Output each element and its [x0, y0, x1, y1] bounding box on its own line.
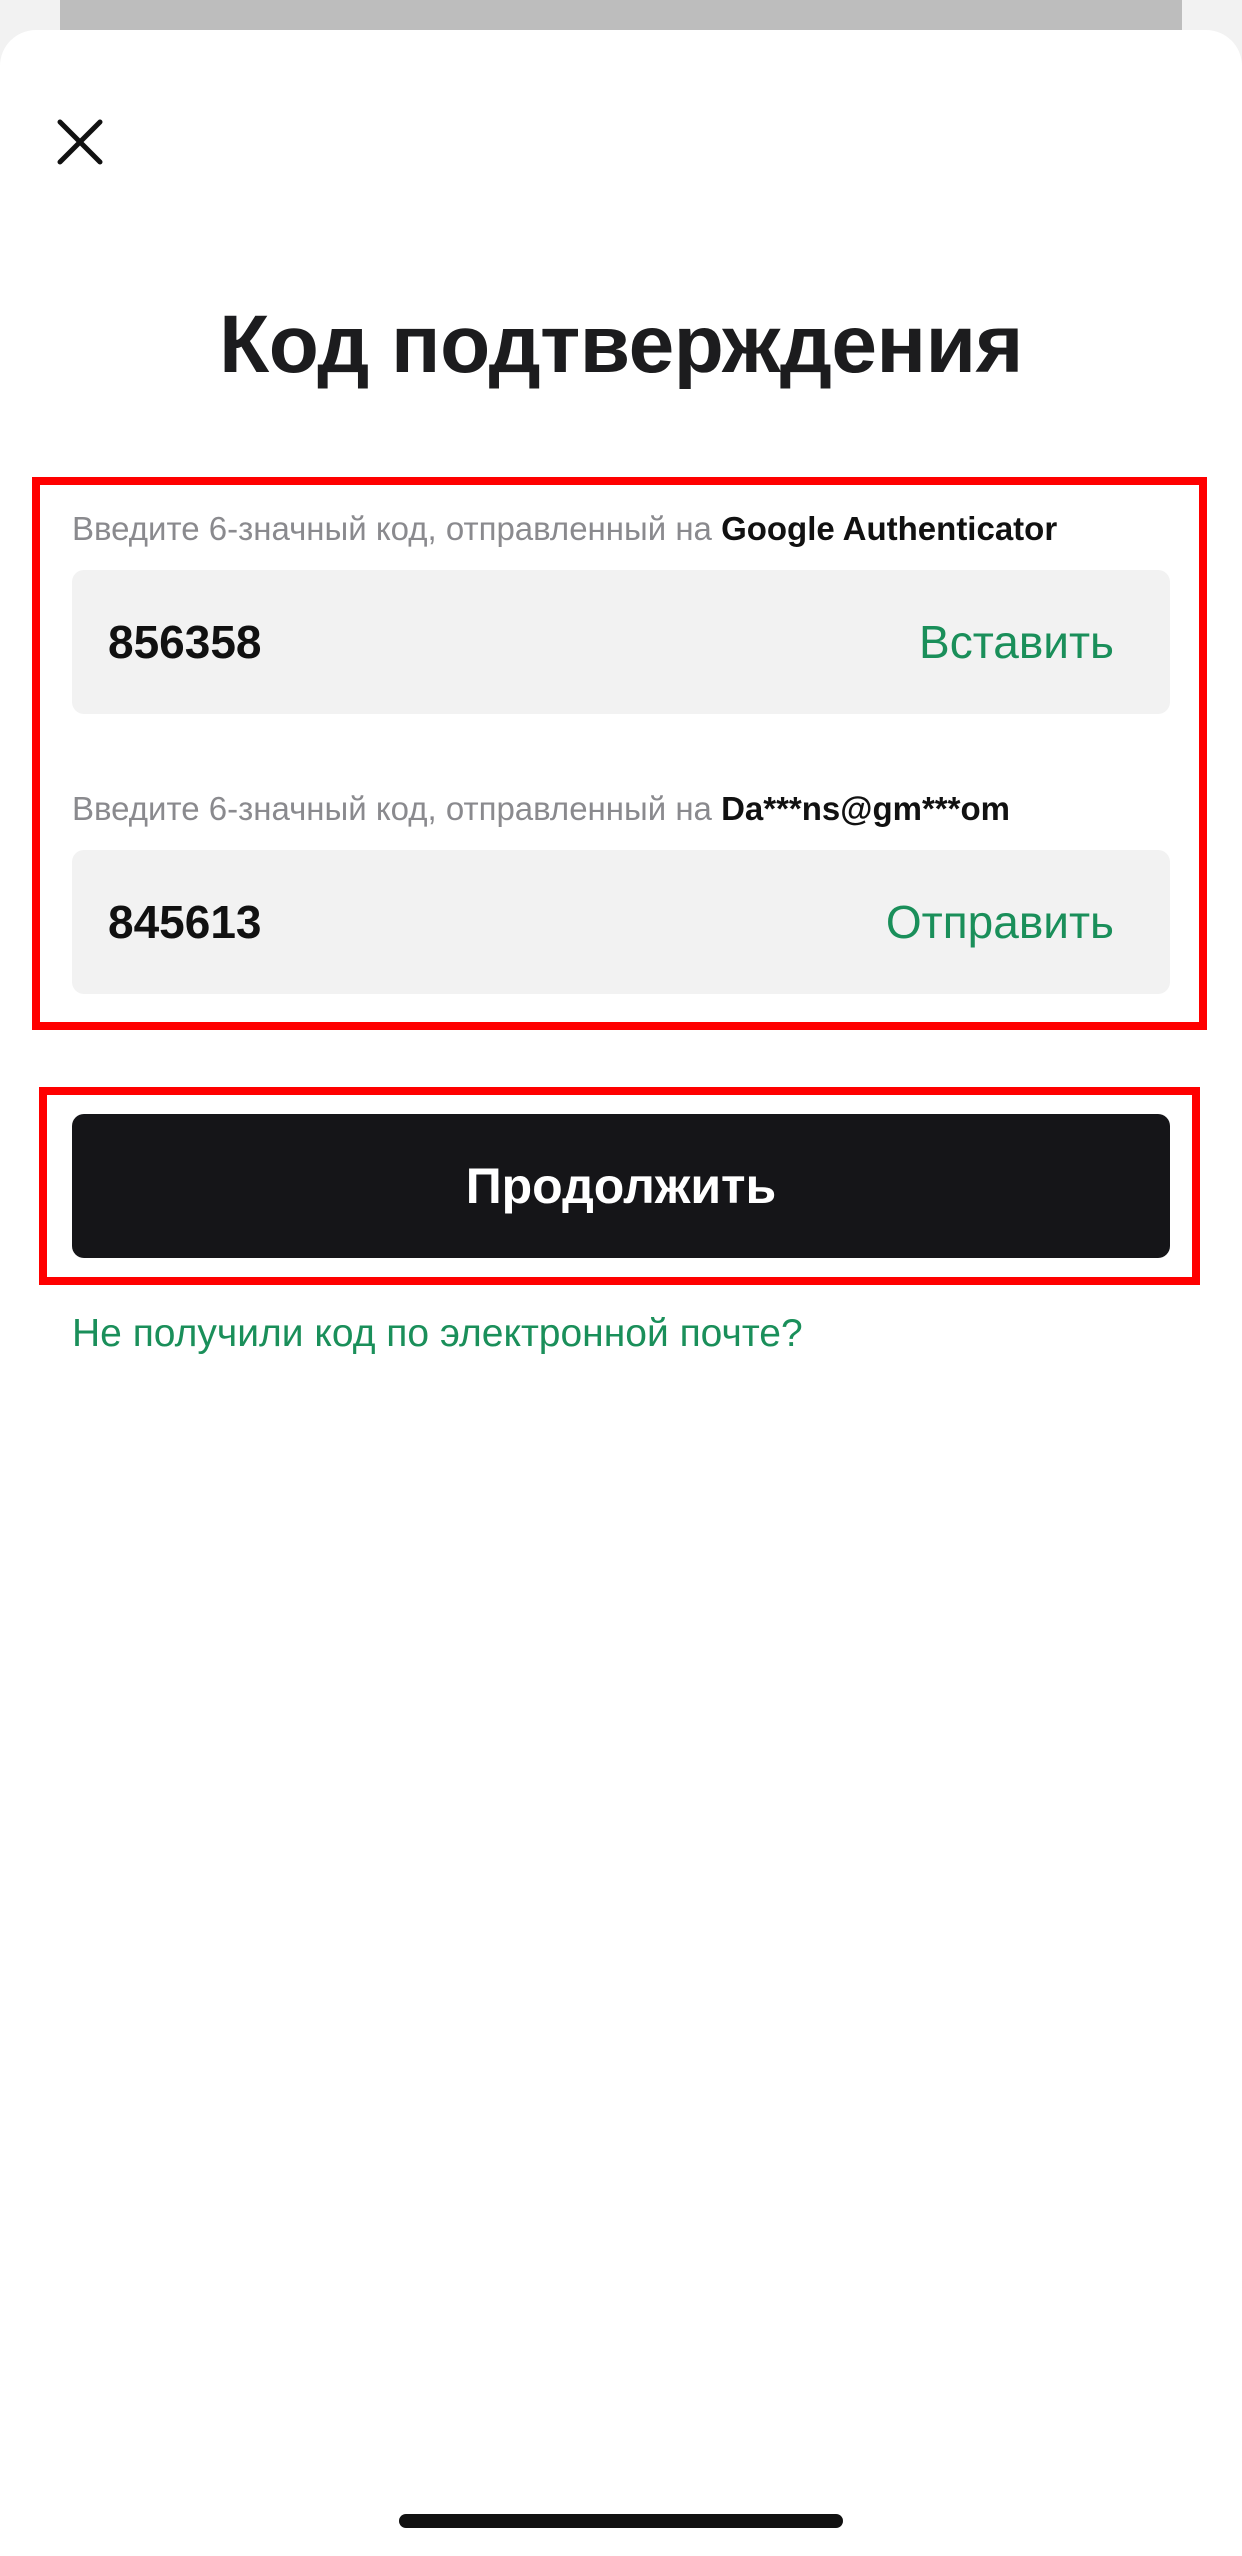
email-not-received-link[interactable]: Не получили код по электронной почте? [72, 1312, 803, 1356]
email-code-field[interactable]: 845613 Отправить [72, 850, 1170, 994]
authenticator-code-field[interactable]: 856358 Вставить [72, 570, 1170, 714]
send-code-button[interactable]: Отправить [886, 850, 1114, 994]
continue-button[interactable]: Продолжить [72, 1114, 1170, 1258]
authenticator-code-value[interactable]: 856358 [108, 570, 262, 714]
paste-button[interactable]: Вставить [919, 570, 1114, 714]
close-button[interactable] [48, 110, 112, 174]
authenticator-label-prefix: Введите 6-значный код, отправленный на [72, 510, 722, 547]
email-code-label: Введите 6-значный код, отправленный на D… [72, 790, 1010, 828]
close-icon [57, 119, 103, 165]
email-label-prefix: Введите 6-значный код, отправленный на [72, 790, 722, 827]
page-title: Код подтверждения [219, 299, 1023, 390]
email-code-value[interactable]: 845613 [108, 850, 262, 994]
home-indicator [399, 2514, 843, 2528]
authenticator-label-target: Google Authenticator [721, 510, 1058, 547]
verification-sheet [0, 30, 1242, 2556]
email-label-target: Da***ns@gm***om [721, 790, 1010, 827]
authenticator-code-label: Введите 6-значный код, отправленный на G… [72, 510, 1057, 548]
